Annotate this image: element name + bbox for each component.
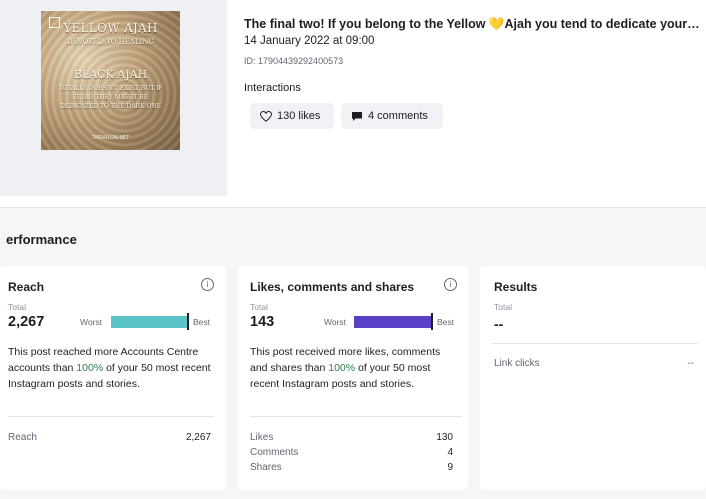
metric-value: 130 [436,432,453,443]
reach-comparison-bar [111,316,187,328]
likes-chip-label: 130 likes [277,110,321,122]
divider [492,343,698,344]
comment-bubble-icon [352,111,362,121]
results-total-value: -- [494,316,504,332]
post-header: YELLOW AJAH DEVOTED TO HEALING BLACK AJA… [0,0,706,208]
results-title: Results [494,280,538,294]
divider [8,416,214,417]
thumbnail-panel: YELLOW AJAH DEVOTED TO HEALING BLACK AJA… [0,0,227,196]
metric-row: Likes 130 [250,432,453,443]
engagement-best-label: Best [437,317,455,327]
engagement-card: Likes, comments and shares i Total 143 W… [238,266,468,490]
metric-row: Reach 2,267 [8,432,211,443]
thumbnail-text-3: BLACK AJAH [73,68,148,81]
engagement-total-value: 143 [250,314,275,330]
thumbnail-text-1: YELLOW AJAH [63,21,158,35]
info-icon[interactable]: i [444,278,457,291]
post-title[interactable]: The final two! If you belong to the Yell… [244,17,704,32]
metric-value: -- [687,358,694,369]
reach-title: Reach [8,280,45,294]
divider [250,416,462,417]
engagement-bar-marker [431,313,433,330]
comments-chip-label: 4 comments [368,110,428,122]
metric-value: 4 [447,447,453,458]
metric-value: 9 [447,462,453,473]
reach-description: This post reached more Accounts Centre a… [8,346,211,390]
likes-chip[interactable]: 130 likes [250,103,334,129]
yellow-heart-icon: 💛 [488,17,505,31]
post-id: ID: 17904439292400573 [244,56,344,66]
thumbnail-text-2: DEVOTED TO HEALING [66,38,155,46]
thumbnail-logo: TARVALON.NET [91,135,130,141]
metric-label: Shares [250,462,282,473]
performance-heading: erformance [6,232,77,247]
metric-row: Comments 4 [250,447,453,458]
results-total-label: Total [494,302,512,312]
heart-outline-icon [260,110,272,122]
engagement-comparison-bar [354,316,431,328]
metric-row: Shares 9 [250,462,453,473]
post-date: 14 January 2022 at 09:00 [244,35,375,47]
metric-label: Reach [8,432,37,443]
reach-bar-marker [187,313,189,330]
thumbnail-text-4: TOTALLY DOESN'T EXIST BUT IF IT DID THEY… [58,85,163,110]
engagement-total-label: Total [250,302,268,312]
reach-card: Reach i Total 2,267 Worst Best This post… [0,266,226,490]
results-card: Results Total -- Link clicks -- [480,266,706,490]
reach-total-label: Total [8,302,26,312]
metric-value: 2,267 [185,432,211,443]
engagement-description: This post received more likes, comments … [250,346,441,390]
engagement-title: Likes, comments and shares [250,280,415,294]
metric-label: Link clicks [494,358,540,369]
interactions-label: Interactions [244,82,301,94]
reach-worst-label: Worst [80,317,103,327]
metric-label: Likes [250,432,274,443]
info-icon[interactable]: i [201,278,214,291]
engagement-worst-label: Worst [324,317,347,327]
reach-best-label: Best [193,317,211,327]
post-thumbnail[interactable]: YELLOW AJAH DEVOTED TO HEALING BLACK AJA… [41,11,180,150]
metric-label: Comments [250,447,299,458]
reach-total-value: 2,267 [8,314,45,330]
comments-chip[interactable]: 4 comments [341,103,443,129]
metric-row[interactable]: Link clicks -- [494,358,694,369]
